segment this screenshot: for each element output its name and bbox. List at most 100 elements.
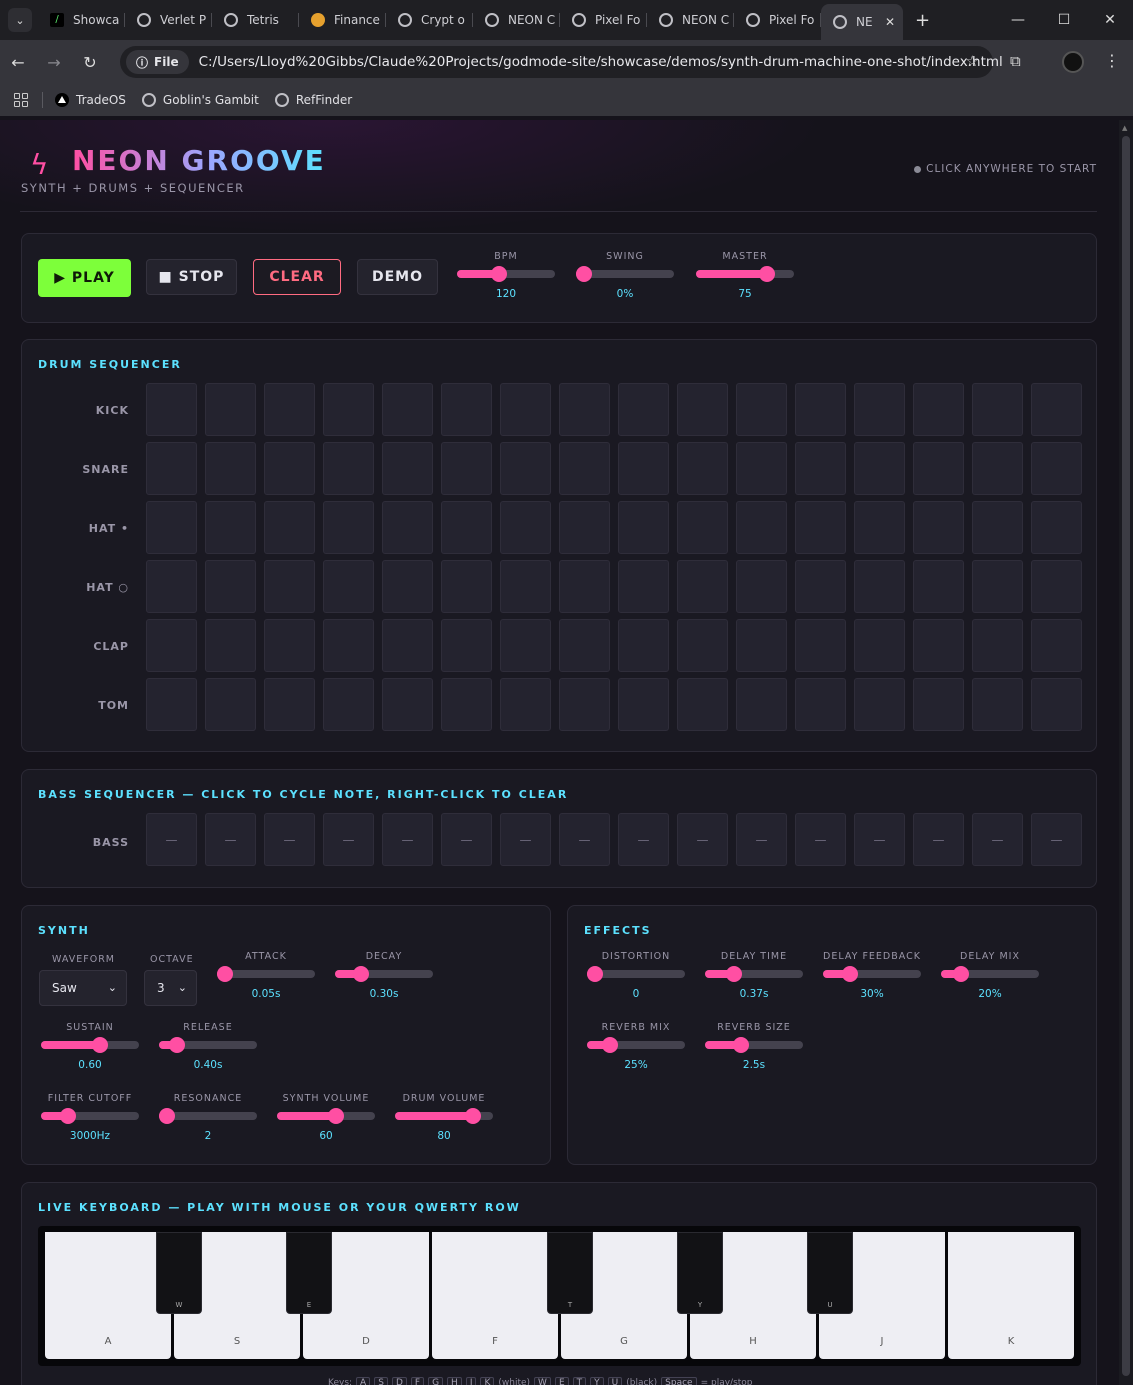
drum-step-cell[interactable]	[559, 619, 610, 672]
drum-step-cell[interactable]	[264, 501, 315, 554]
tab[interactable]: Pixel Fo	[734, 4, 821, 36]
black-key[interactable]: E	[286, 1232, 332, 1314]
close-window-button[interactable]: ✕	[1087, 0, 1133, 40]
drum-step-cell[interactable]	[323, 501, 374, 554]
drum-step-cell[interactable]	[500, 442, 551, 495]
delay-time-slider-thumb[interactable]	[726, 966, 743, 982]
drum-step-cell[interactable]	[677, 560, 728, 613]
drum-step-cell[interactable]	[441, 442, 492, 495]
drum-step-cell[interactable]	[736, 501, 787, 554]
swing-slider-thumb[interactable]	[575, 266, 592, 282]
drum-step-cell[interactable]	[264, 619, 315, 672]
bass-step-cell[interactable]: —	[854, 813, 905, 866]
swing-slider[interactable]	[575, 266, 674, 282]
drum-step-cell[interactable]	[441, 560, 492, 613]
black-key[interactable]: W	[156, 1232, 202, 1314]
drum-step-cell[interactable]	[205, 383, 256, 436]
drum-step-cell[interactable]	[913, 501, 964, 554]
drum-step-cell[interactable]	[382, 501, 433, 554]
new-tab-button[interactable]: +	[915, 10, 930, 31]
url-text[interactable]: C:/Users/Lloyd%20Gibbs/Claude%20Projects…	[199, 54, 1003, 70]
black-key[interactable]: U	[807, 1232, 853, 1314]
bass-step-cell[interactable]: —	[382, 813, 433, 866]
drum-step-cell[interactable]	[146, 383, 197, 436]
tab[interactable]: Crypt o	[386, 4, 473, 36]
drum-step-cell[interactable]	[854, 619, 905, 672]
app-page[interactable]: ϟ NEON GROOVE SYNTH + DRUMS + SEQUENCER …	[0, 120, 1133, 1385]
drum-step-cell[interactable]	[913, 442, 964, 495]
drum-step-cell[interactable]	[795, 383, 846, 436]
master-slider-thumb[interactable]	[758, 266, 775, 282]
drum-step-cell[interactable]	[913, 383, 964, 436]
bass-step-cell[interactable]: —	[559, 813, 610, 866]
synth-volume-slider-thumb[interactable]	[327, 1108, 344, 1124]
tab[interactable]: Verlet P	[125, 4, 212, 36]
drum-step-cell[interactable]	[441, 501, 492, 554]
drum-step-cell[interactable]	[323, 383, 374, 436]
attack-slider[interactable]	[216, 966, 315, 982]
octave-select[interactable]: 3 ⌄	[144, 970, 197, 1006]
bookmark-goblins-gambit[interactable]: Goblin's Gambit	[141, 93, 259, 107]
drum-step-cell[interactable]	[500, 560, 551, 613]
reverb-size-slider-thumb[interactable]	[733, 1037, 750, 1053]
drum-step-cell[interactable]	[618, 383, 669, 436]
drum-step-cell[interactable]	[795, 619, 846, 672]
back-button[interactable]: ←	[0, 53, 36, 72]
drum-step-cell[interactable]	[205, 442, 256, 495]
bpm-slider-thumb[interactable]	[491, 266, 508, 282]
tab[interactable]: Pixel Fo	[560, 4, 647, 36]
drum-step-cell[interactable]	[441, 678, 492, 731]
drum-step-cell[interactable]	[854, 383, 905, 436]
drum-step-cell[interactable]	[854, 560, 905, 613]
drum-step-cell[interactable]	[854, 678, 905, 731]
play-button[interactable]: ▶ PLAY	[38, 259, 131, 297]
bookmark-tradeos[interactable]: TradeOS	[55, 93, 126, 107]
drum-step-cell[interactable]	[677, 442, 728, 495]
drum-step-cell[interactable]	[146, 560, 197, 613]
drum-step-cell[interactable]	[736, 442, 787, 495]
drum-volume-slider[interactable]	[395, 1108, 493, 1124]
drum-step-cell[interactable]	[146, 442, 197, 495]
drum-step-cell[interactable]	[500, 678, 551, 731]
filter-cutoff-slider-thumb[interactable]	[60, 1108, 77, 1124]
sustain-slider[interactable]	[41, 1037, 139, 1053]
delay-feedback-slider-thumb[interactable]	[842, 966, 859, 982]
drum-step-cell[interactable]	[1031, 442, 1082, 495]
drum-step-cell[interactable]	[382, 560, 433, 613]
drum-step-cell[interactable]	[736, 560, 787, 613]
drum-step-cell[interactable]	[854, 501, 905, 554]
tab[interactable]: Tetris	[212, 4, 299, 36]
drum-step-cell[interactable]	[913, 619, 964, 672]
decay-slider-thumb[interactable]	[353, 966, 370, 982]
filter-cutoff-slider[interactable]	[41, 1108, 139, 1124]
forward-button[interactable]: →	[36, 53, 72, 72]
close-tab-icon[interactable]: ✕	[885, 15, 895, 29]
drum-step-cell[interactable]	[323, 619, 374, 672]
synth-volume-slider[interactable]	[277, 1108, 375, 1124]
drum-volume-slider-thumb[interactable]	[465, 1108, 482, 1124]
drum-step-cell[interactable]	[736, 383, 787, 436]
drum-step-cell[interactable]	[264, 678, 315, 731]
drum-step-cell[interactable]	[972, 560, 1023, 613]
drum-step-cell[interactable]	[441, 619, 492, 672]
drum-step-cell[interactable]	[1031, 619, 1082, 672]
drum-step-cell[interactable]	[1031, 501, 1082, 554]
drum-step-cell[interactable]	[500, 619, 551, 672]
drum-step-cell[interactable]	[205, 501, 256, 554]
bass-step-cell[interactable]: —	[736, 813, 787, 866]
resonance-slider[interactable]	[158, 1108, 257, 1124]
bass-step-cell[interactable]: —	[913, 813, 964, 866]
drum-step-cell[interactable]	[382, 383, 433, 436]
drum-step-cell[interactable]	[559, 678, 610, 731]
drum-step-cell[interactable]	[972, 678, 1023, 731]
waveform-select[interactable]: Saw ⌄	[39, 970, 127, 1006]
drum-step-cell[interactable]	[736, 678, 787, 731]
bass-step-cell[interactable]: —	[795, 813, 846, 866]
drum-step-cell[interactable]	[1031, 678, 1082, 731]
drum-step-cell[interactable]	[972, 501, 1023, 554]
decay-slider[interactable]	[335, 966, 433, 982]
black-key[interactable]: T	[547, 1232, 593, 1314]
delay-time-slider[interactable]	[705, 966, 803, 982]
drum-step-cell[interactable]	[618, 501, 669, 554]
bass-step-cell[interactable]: —	[1031, 813, 1082, 866]
